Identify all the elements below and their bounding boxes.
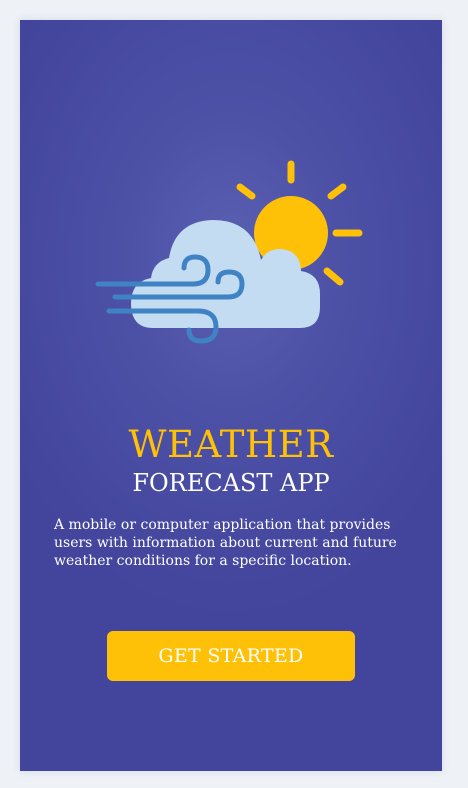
app-description: A mobile or computer application that pr…	[54, 517, 397, 569]
app-subtitle: FORECAST APP	[132, 469, 330, 497]
get-started-button[interactable]: GET STARTED	[107, 631, 355, 681]
cloud-sun-wind-icon	[95, 160, 363, 344]
onboarding-screen: WEATHER FORECAST APP A mobile or compute…	[20, 20, 442, 771]
app-title: WEATHER	[128, 423, 334, 466]
